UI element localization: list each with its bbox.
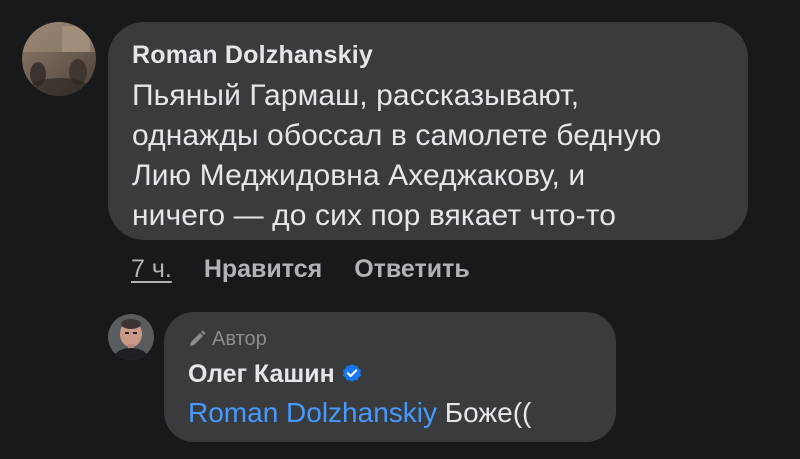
reply-text-content: Боже(( [444, 397, 532, 428]
comment-actions: 7 ч. Нравится Ответить [131, 252, 470, 286]
like-button[interactable]: Нравится [204, 255, 322, 284]
comment-timestamp-link[interactable]: 7 ч. [131, 255, 172, 284]
reply-avatar[interactable] [108, 314, 154, 360]
comment-text-line: ничего — до сих пор вякает что-то [132, 199, 617, 232]
user-photo-icon [22, 22, 96, 96]
author-badge-label: Автор [212, 327, 267, 350]
comment-text-line: однажды обоссал в самолете бедную [132, 119, 662, 152]
verified-badge-icon [342, 364, 361, 382]
comment-text: Пьяный Гармаш, рассказывают, однажды обо… [132, 76, 722, 236]
avatar[interactable] [22, 22, 96, 96]
user-photo-icon [108, 314, 154, 360]
pencil-icon [190, 330, 206, 346]
reply-button[interactable]: Ответить [354, 255, 470, 284]
comment-text-line: Пьяный Гармаш, рассказывают, [132, 79, 580, 112]
comment-text-line: Лию Меджидовна Ахеджакову, и [132, 159, 586, 192]
comment-author-name[interactable]: Roman Dolzhanskiy [132, 40, 722, 70]
comment-thread: Roman Dolzhanskiy Пьяный Гармаш, рассказ… [0, 0, 800, 459]
reply-bubble: Автор Олег Кашин Roman Dolzhanskiy Боже(… [164, 312, 616, 442]
mention-link[interactable]: Roman Dolzhanskiy [188, 397, 437, 428]
reply-author-name[interactable]: Олег Кашин [188, 360, 335, 389]
comment-bubble: Roman Dolzhanskiy Пьяный Гармаш, рассказ… [108, 22, 748, 240]
reply-text: Roman Dolzhanskiy Боже(( [188, 394, 592, 432]
author-badge: Автор [188, 326, 592, 352]
